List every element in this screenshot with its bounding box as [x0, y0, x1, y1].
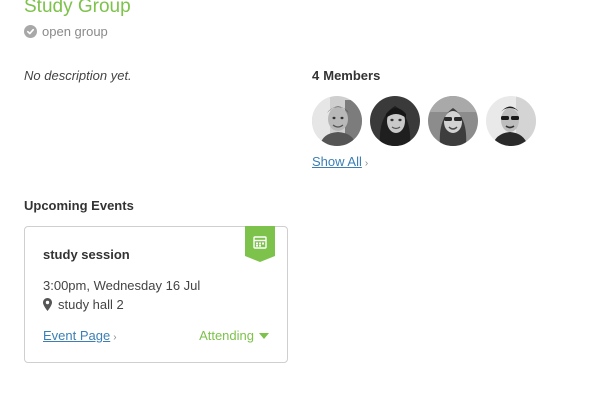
member-avatar-2[interactable]	[370, 96, 420, 146]
group-description: No description yet.	[24, 68, 132, 83]
members-count: 4	[312, 68, 320, 83]
show-all-members-link[interactable]: Show All ›	[312, 154, 368, 169]
event-card[interactable]: study session 3:00pm, Wednesday 16 Jul s…	[24, 226, 288, 363]
map-pin-icon	[43, 298, 52, 311]
event-title: study session	[43, 247, 130, 262]
rsvp-status[interactable]: Attending	[199, 328, 254, 343]
event-time: 3:00pm, Wednesday 16 Jul	[43, 278, 201, 293]
show-all-label[interactable]: Show All	[312, 154, 362, 169]
member-avatars	[312, 96, 536, 146]
event-page-link[interactable]: Event Page ›	[43, 328, 117, 343]
member-avatar-3[interactable]	[428, 96, 478, 146]
group-type-label: open group	[42, 24, 108, 39]
upcoming-events-heading: Upcoming Events	[24, 198, 134, 213]
caret-down-icon	[259, 332, 269, 339]
group-title: Study Group	[24, 0, 131, 17]
chevron-right-icon: ›	[364, 158, 369, 169]
members-heading-label: Members	[323, 68, 381, 83]
member-avatar-4[interactable]	[486, 96, 536, 146]
chevron-right-icon: ›	[113, 332, 117, 343]
members-heading: 4 Members	[312, 68, 380, 83]
group-type: open group	[24, 24, 108, 39]
calendar-icon	[245, 226, 275, 262]
rsvp-dropdown[interactable]: Attending	[199, 328, 269, 343]
event-location-label: study hall 2	[58, 297, 124, 312]
event-page-label[interactable]: Event Page	[43, 328, 110, 343]
member-avatar-1[interactable]	[312, 96, 362, 146]
check-circle-icon	[24, 25, 37, 38]
event-location: study hall 2	[43, 297, 124, 312]
